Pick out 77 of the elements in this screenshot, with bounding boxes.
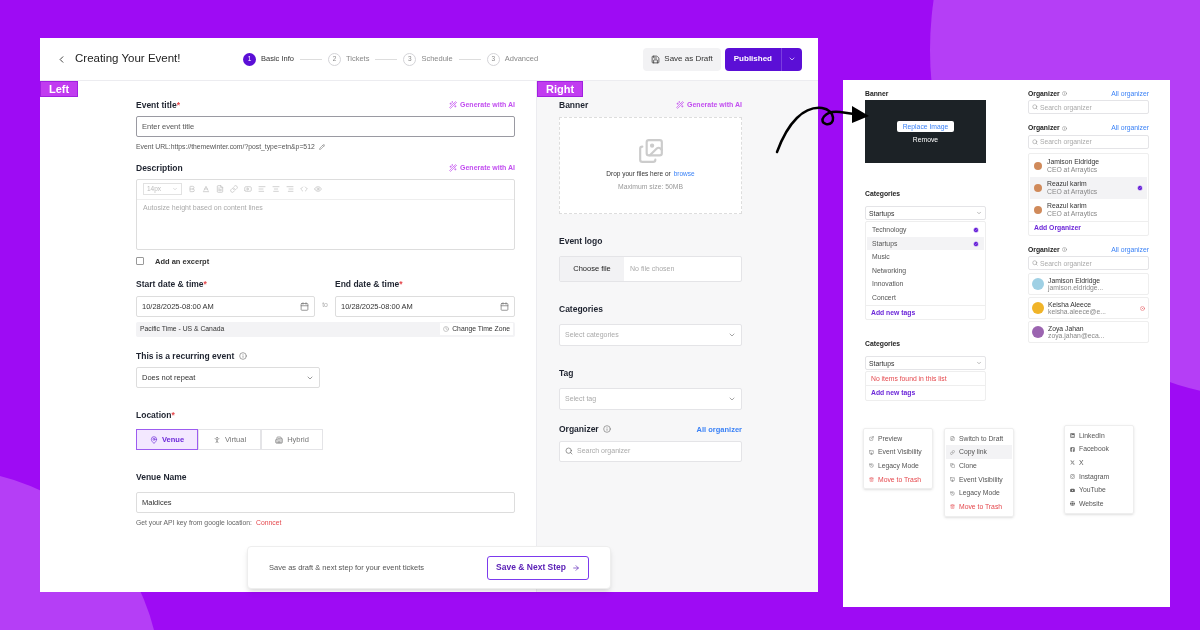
avatar — [1034, 183, 1042, 192]
history-icon — [869, 463, 874, 469]
remove-icon[interactable] — [1140, 305, 1145, 311]
field-label: Event logo — [559, 235, 603, 246]
image-icon — [637, 138, 664, 165]
link-icon — [230, 185, 238, 194]
field-label: Organizer — [559, 422, 599, 436]
field-label: Location* — [136, 410, 175, 421]
field-label: Tag — [559, 367, 574, 378]
check-icon — [1137, 184, 1143, 191]
info-icon — [1061, 91, 1067, 97]
search-icon — [565, 447, 573, 455]
field-label: Venue Name — [136, 472, 187, 483]
field-label: End date & time* — [335, 277, 404, 291]
arrow-right-icon — [572, 563, 580, 572]
magic-wand-icon — [676, 101, 684, 110]
history-icon — [950, 490, 955, 496]
copy-icon — [950, 463, 955, 469]
magic-wand-icon — [449, 164, 457, 173]
field-label: Categories — [559, 303, 603, 314]
person-icon — [212, 435, 221, 444]
link-icon — [950, 449, 955, 455]
edit-icon — [318, 143, 325, 150]
page-title: Creating Your Event! — [75, 51, 182, 67]
bold-icon — [188, 185, 196, 194]
map-pin-icon — [149, 435, 158, 444]
avatar — [1034, 161, 1042, 170]
trash-icon — [869, 476, 874, 482]
section-tag: Right — [537, 81, 584, 97]
text-color-icon — [202, 185, 210, 194]
publish-button-group[interactable]: Published — [724, 47, 802, 71]
info-icon — [1061, 247, 1067, 253]
field-label: Event title* — [136, 99, 180, 112]
field-label: Description — [136, 161, 183, 175]
video-icon — [244, 185, 252, 194]
facebook-icon — [1070, 446, 1075, 452]
calendar-icon — [300, 301, 309, 311]
caret-icon — [172, 186, 178, 193]
x-icon — [1070, 460, 1075, 466]
info-icon — [239, 352, 248, 361]
field-label: Start date & time* — [136, 277, 208, 291]
section-tag: Left — [40, 81, 79, 97]
dropdown-caret-icon — [788, 55, 796, 63]
external-link-icon — [869, 435, 874, 441]
field-label: This is a recurring event — [136, 349, 235, 363]
linkedin-icon — [1070, 432, 1075, 438]
calendar-icon — [500, 301, 509, 311]
monitor-icon — [869, 449, 874, 455]
clock-icon — [443, 326, 450, 333]
avatar — [1034, 205, 1042, 214]
file-icon — [950, 435, 955, 441]
globe-icon — [1070, 501, 1075, 507]
align-right-icon — [286, 185, 294, 194]
save-next-button[interactable]: Save & Next Step — [487, 555, 589, 580]
save-draft-button[interactable]: Save as Draft — [643, 47, 721, 71]
monitor-icon — [950, 476, 955, 482]
search-icon — [1032, 260, 1038, 267]
align-left-icon — [258, 185, 266, 194]
save-icon — [651, 54, 661, 64]
youtube-icon — [1070, 487, 1075, 493]
building-icon — [275, 435, 284, 444]
search-icon — [1032, 138, 1038, 145]
align-center-icon — [272, 185, 280, 194]
search-icon — [1032, 104, 1038, 111]
excerpt-checkbox[interactable] — [136, 257, 144, 266]
magic-wand-icon — [449, 101, 457, 110]
chevron-down-icon — [976, 360, 982, 367]
preview-icon — [314, 185, 322, 194]
trash-icon — [950, 504, 955, 510]
info-icon — [1061, 125, 1067, 131]
code-icon — [300, 185, 308, 194]
publish-button[interactable]: Published — [724, 53, 781, 65]
info-icon — [602, 425, 611, 434]
file-icon — [216, 185, 224, 194]
field-label: Banner — [559, 99, 589, 112]
chevron-down-icon — [976, 210, 982, 217]
instagram-icon — [1070, 473, 1075, 479]
